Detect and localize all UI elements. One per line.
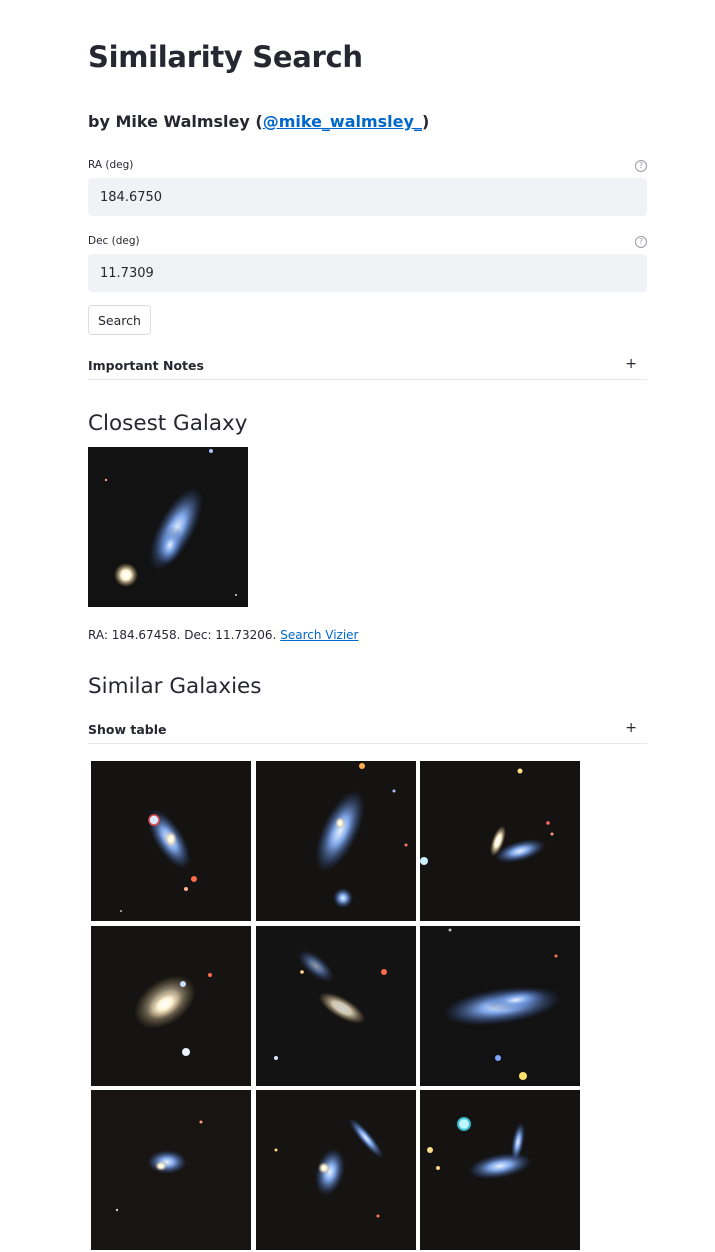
closest-galaxy-image [88,447,248,607]
important-notes-expander[interactable]: Important Notes + [88,348,647,380]
byline: by Mike Walmsley (@mike_walmsley_) [88,112,429,131]
twitter-link[interactable]: @mike_walmsley_ [263,112,422,131]
dec-input[interactable] [88,254,647,292]
similar-galaxy-image [91,1090,251,1250]
expander-label: Show table [88,722,167,737]
dec-label: Dec (deg) [88,235,140,247]
similar-galaxy-image [256,761,416,921]
search-vizier-link[interactable]: Search Vizier [280,628,358,642]
ra-input[interactable] [88,178,647,216]
similar-galaxy-image [256,1090,416,1250]
similar-galaxy-image [420,761,580,921]
plus-icon[interactable]: + [625,720,637,736]
search-button[interactable]: Search [88,305,151,335]
similar-galaxy-image [91,761,251,921]
similar-galaxy-image [420,926,580,1086]
show-table-expander[interactable]: Show table + [88,712,647,744]
similar-galaxies-heading: Similar Galaxies [88,674,262,699]
closest-coords: RA: 184.67458. Dec: 11.73206. Search Viz… [88,628,359,642]
similar-galaxy-image [91,926,251,1086]
similar-galaxy-image [256,926,416,1086]
closest-galaxy-heading: Closest Galaxy [88,411,248,436]
coords-text: RA: 184.67458. Dec: 11.73206. [88,628,277,642]
help-icon[interactable]: ? [635,160,647,172]
help-icon[interactable]: ? [635,236,647,248]
byline-prefix: by Mike Walmsley ( [88,112,263,131]
byline-suffix: ) [421,112,430,131]
page-title: Similarity Search [88,40,363,74]
plus-icon[interactable]: + [625,356,637,372]
similar-galaxy-image [420,1090,580,1250]
ra-label: RA (deg) [88,159,134,171]
expander-label: Important Notes [88,358,204,373]
